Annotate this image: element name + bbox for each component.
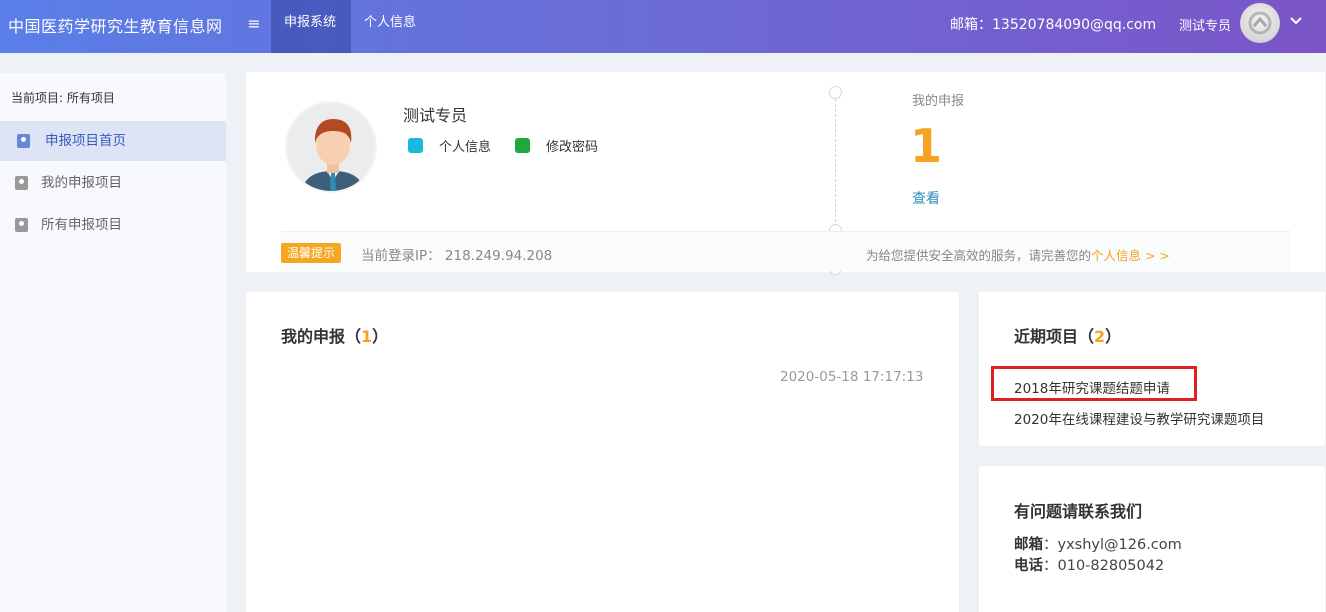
change-password-link[interactable]: 修改密码	[515, 136, 610, 156]
sidebar-item-label: 所有申报项目	[41, 217, 122, 233]
menu-icon[interactable]: ≡	[246, 14, 262, 33]
profile-name: 测试专员	[403, 106, 468, 125]
current-project: 当前项目: 所有项目	[11, 91, 115, 105]
sidebar-item-my-projects[interactable]: 我的申报项目	[0, 163, 226, 203]
section-title-text: 我的申报（	[281, 327, 362, 346]
section-title-end: ）	[1105, 327, 1122, 346]
contact-phone-label: 电话	[1014, 558, 1043, 574]
contact-phone: 电话：010-82805042	[1014, 554, 1164, 575]
brand-title[interactable]: 中国医药学研究生教育信息网	[8, 13, 223, 37]
contact-email-value: ：yxshyl@126.com	[1043, 537, 1182, 553]
user-card-icon	[17, 134, 30, 148]
info-prompt-text: 为给您提供安全高效的服务，请完善您的	[866, 248, 1092, 263]
sidebar-item-all-projects[interactable]: 所有申报项目	[0, 205, 226, 245]
user-card-icon	[15, 176, 28, 190]
my-apply-card: 我的申报（1） 2020-05-18 17:17:13	[246, 292, 959, 612]
user-email: 邮箱：13520784090@qq.com	[950, 17, 1157, 33]
list-item[interactable]: 2018年研究课题结题申请	[1014, 377, 1170, 397]
tab-personal-info[interactable]: 个人信息	[351, 0, 429, 53]
section-count: 1	[361, 327, 373, 346]
sidebar-item-label: 我的申报项目	[41, 175, 122, 191]
lock-icon	[515, 138, 530, 153]
tab-apply-system[interactable]: 申报系统	[271, 0, 351, 53]
sidebar: 当前项目: 所有项目 申报项目首页 我的申报项目 所有申报项目	[0, 73, 226, 612]
user-card-icon	[15, 218, 28, 232]
section-title-text: 近期项目（	[1014, 327, 1095, 346]
my-apply-label: 我的申报	[912, 94, 965, 109]
tip-row: 温馨提示 当前登录IP： 218.249.94.208 为给您提供安全高效的服务…	[281, 231, 1290, 271]
user-name[interactable]: 测试专员	[1179, 15, 1231, 34]
list-item[interactable]: 2020年在线课程建设与教学研究课题项目	[1014, 408, 1264, 428]
personal-info-label: 个人信息	[439, 140, 492, 155]
user-avatar	[285, 101, 377, 193]
sidebar-item-home[interactable]: 申报项目首页	[0, 121, 226, 161]
contact-phone-value: ：010-82805042	[1043, 558, 1165, 574]
divider-dot	[829, 86, 842, 99]
top-bar: 中国医药学研究生教育信息网 ≡ 申报系统 个人信息 邮箱：13520784090…	[0, 0, 1326, 53]
complete-info-link[interactable]: 个人信息 > >	[1091, 248, 1170, 263]
user-icon	[408, 138, 423, 153]
contact-email-label: 邮箱	[1014, 537, 1043, 553]
section-title-end: ）	[372, 327, 389, 346]
logo-icon	[1248, 11, 1272, 35]
apply-date: 2020-05-18 17:17:13	[780, 369, 924, 385]
my-apply-count: 1	[910, 119, 943, 173]
contact-card: 有问题请联系我们 邮箱：yxshyl@126.com 电话：010-828050…	[979, 466, 1325, 612]
section-title: 近期项目（2）	[1014, 323, 1121, 347]
info-prompt: 为给您提供安全高效的服务，请完善您的个人信息 > >	[866, 245, 1170, 264]
section-title: 我的申报（1）	[281, 323, 388, 347]
tip-badge: 温馨提示	[281, 243, 342, 263]
sidebar-item-label: 申报项目首页	[45, 133, 126, 149]
profile-card: 测试专员 个人信息 修改密码 我的申报 1 查看 温馨提示 当前登录IP： 21…	[246, 72, 1325, 275]
personal-info-link[interactable]: 个人信息	[408, 136, 503, 156]
login-ip: 当前登录IP： 218.249.94.208	[361, 248, 553, 264]
section-count: 2	[1094, 327, 1106, 346]
avatar[interactable]	[1240, 3, 1280, 43]
chevron-down-icon[interactable]	[1288, 13, 1304, 33]
recent-projects-card: 近期项目（2） 2018年研究课题结题申请 2020年在线课程建设与教学研究课题…	[979, 292, 1325, 446]
contact-email: 邮箱：yxshyl@126.com	[1014, 533, 1182, 554]
change-password-label: 修改密码	[546, 140, 599, 155]
view-link[interactable]: 查看	[912, 188, 940, 208]
contact-title: 有问题请联系我们	[1014, 502, 1143, 521]
